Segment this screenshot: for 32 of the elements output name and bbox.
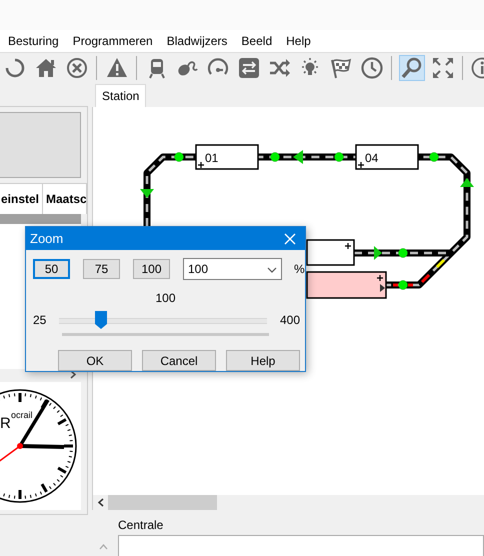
preset-button[interactable]: 50	[33, 258, 70, 279]
dialog-button[interactable]: OK	[58, 350, 132, 371]
zoom-reading: 100	[155, 291, 176, 306]
block-label: 01	[205, 151, 218, 165]
preset-button[interactable]: 100	[133, 258, 170, 279]
dialog-button[interactable]: Help	[226, 350, 300, 371]
menu-item[interactable]: Besturing	[1, 34, 66, 48]
menu-item[interactable]: Bladwijzers	[160, 34, 234, 48]
logo-text: ocrail	[11, 410, 33, 420]
block[interactable]: 04	[355, 144, 419, 170]
unit-label: %	[294, 262, 305, 276]
tab[interactable]: Station	[95, 84, 146, 107]
dialog-button[interactable]: Cancel	[142, 350, 216, 371]
logo-initial: R	[0, 415, 11, 432]
dialog-title: Zoom	[30, 231, 64, 246]
clock-icon[interactable]	[358, 55, 385, 82]
menu-item[interactable]: Help	[279, 34, 318, 48]
menu-item[interactable]: Beeld	[234, 34, 280, 48]
block[interactable]	[306, 239, 355, 266]
log-field[interactable]	[118, 535, 484, 556]
panel-title: Centrale	[118, 517, 164, 534]
zoom-combo[interactable]: 100	[183, 258, 282, 280]
block[interactable]: 01	[195, 144, 259, 170]
menu-item[interactable]: Programmeren	[66, 34, 160, 48]
preset-button[interactable]: 75	[83, 258, 120, 279]
scrollbar-thumb[interactable]	[108, 495, 217, 510]
min-label: 25	[33, 313, 46, 328]
block[interactable]	[306, 271, 387, 299]
max-label: 400	[280, 313, 300, 328]
search-icon[interactable]	[398, 55, 425, 82]
block-label: 04	[365, 151, 378, 165]
slider-thumb[interactable]	[94, 311, 107, 330]
